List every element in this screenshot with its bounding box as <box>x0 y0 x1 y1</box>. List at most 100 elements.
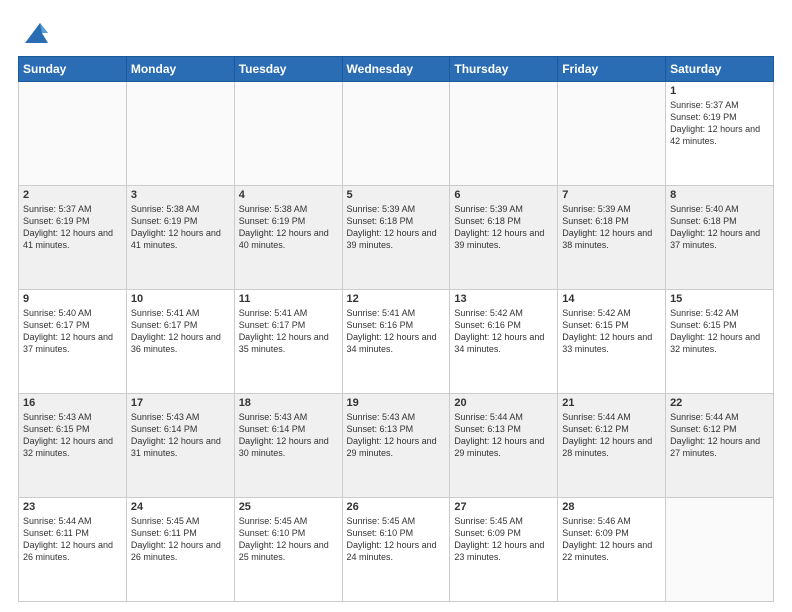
calendar-cell: 10 Sunrise: 5:41 AM Sunset: 6:17 PM Dayli… <box>126 290 234 394</box>
day-info: Sunrise: 5:44 AM Sunset: 6:11 PM Dayligh… <box>23 515 122 564</box>
day-info: Sunrise: 5:45 AM Sunset: 6:09 PM Dayligh… <box>454 515 553 564</box>
day-info: Sunrise: 5:43 AM Sunset: 6:15 PM Dayligh… <box>23 411 122 460</box>
calendar-cell: 11 Sunrise: 5:41 AM Sunset: 6:17 PM Dayli… <box>234 290 342 394</box>
calendar-cell: 22 Sunrise: 5:44 AM Sunset: 6:12 PM Dayli… <box>666 394 774 498</box>
day-info: Sunrise: 5:40 AM Sunset: 6:18 PM Dayligh… <box>670 203 769 252</box>
calendar-cell: 21Sunrise: 5:44 AM Sunset: 6:12 PM Dayli… <box>558 394 666 498</box>
day-number: 11 <box>239 293 338 305</box>
calendar-cell <box>558 82 666 186</box>
day-info: Sunrise: 5:43 AM Sunset: 6:13 PM Dayligh… <box>347 411 446 460</box>
day-info: Sunrise: 5:38 AM Sunset: 6:19 PM Dayligh… <box>239 203 338 252</box>
calendar-cell <box>234 82 342 186</box>
day-info: Sunrise: 5:42 AM Sunset: 6:15 PM Dayligh… <box>670 307 769 356</box>
day-number: 6 <box>454 189 553 201</box>
calendar-cell: 26 Sunrise: 5:45 AM Sunset: 6:10 PM Dayli… <box>342 498 450 602</box>
calendar-cell: 1 Sunrise: 5:37 AM Sunset: 6:19 PM Daylig… <box>666 82 774 186</box>
weekday-header-sunday: Sunday <box>19 57 127 82</box>
day-number: 9 <box>23 293 122 305</box>
day-info: Sunrise: 5:44 AM Sunset: 6:13 PM Dayligh… <box>454 411 553 460</box>
day-info: Sunrise: 5:38 AM Sunset: 6:19 PM Dayligh… <box>131 203 230 252</box>
calendar-cell: 9 Sunrise: 5:40 AM Sunset: 6:17 PM Daylig… <box>19 290 127 394</box>
day-number: 3 <box>131 189 230 201</box>
day-info: Sunrise: 5:45 AM Sunset: 6:10 PM Dayligh… <box>239 515 338 564</box>
day-number: 8 <box>670 189 769 201</box>
calendar-cell: 4 Sunrise: 5:38 AM Sunset: 6:19 PM Daylig… <box>234 186 342 290</box>
calendar-cell: 16 Sunrise: 5:43 AM Sunset: 6:15 PM Dayli… <box>19 394 127 498</box>
day-number: 26 <box>347 501 446 513</box>
logo <box>18 18 50 48</box>
day-info: Sunrise: 5:39 AM Sunset: 6:18 PM Dayligh… <box>347 203 446 252</box>
calendar-cell: 24 Sunrise: 5:45 AM Sunset: 6:11 PM Dayli… <box>126 498 234 602</box>
calendar-cell <box>19 82 127 186</box>
page: SundayMondayTuesdayWednesdayThursdayFrid… <box>0 0 792 612</box>
calendar-cell: 12 Sunrise: 5:41 AM Sunset: 6:16 PM Dayli… <box>342 290 450 394</box>
calendar-cell: 20 Sunrise: 5:44 AM Sunset: 6:13 PM Dayli… <box>450 394 558 498</box>
calendar-cell: 8 Sunrise: 5:40 AM Sunset: 6:18 PM Daylig… <box>666 186 774 290</box>
calendar-cell <box>450 82 558 186</box>
logo-icon <box>20 18 50 48</box>
calendar-cell: 14 Sunrise: 5:42 AM Sunset: 6:15 PM Dayli… <box>558 290 666 394</box>
weekday-header-thursday: Thursday <box>450 57 558 82</box>
day-number: 24 <box>131 501 230 513</box>
day-info: Sunrise: 5:45 AM Sunset: 6:10 PM Dayligh… <box>347 515 446 564</box>
weekday-header-monday: Monday <box>126 57 234 82</box>
day-number: 25 <box>239 501 338 513</box>
day-info: Sunrise: 5:42 AM Sunset: 6:16 PM Dayligh… <box>454 307 553 356</box>
day-number: 4 <box>239 189 338 201</box>
calendar-cell: 19 Sunrise: 5:43 AM Sunset: 6:13 PM Dayli… <box>342 394 450 498</box>
weekday-header-wednesday: Wednesday <box>342 57 450 82</box>
header <box>18 18 774 48</box>
calendar-cell: 7Sunrise: 5:39 AM Sunset: 6:18 PM Daylig… <box>558 186 666 290</box>
day-number: 13 <box>454 293 553 305</box>
day-info: Sunrise: 5:46 AM Sunset: 6:09 PM Dayligh… <box>562 515 661 564</box>
day-number: 17 <box>131 397 230 409</box>
day-number: 20 <box>454 397 553 409</box>
calendar-cell <box>342 82 450 186</box>
day-number: 27 <box>454 501 553 513</box>
day-info: Sunrise: 5:43 AM Sunset: 6:14 PM Dayligh… <box>239 411 338 460</box>
calendar-week-4: 23 Sunrise: 5:44 AM Sunset: 6:11 PM Dayli… <box>19 498 774 602</box>
day-number: 7 <box>562 189 661 201</box>
day-info: Sunrise: 5:45 AM Sunset: 6:11 PM Dayligh… <box>131 515 230 564</box>
day-number: 15 <box>670 293 769 305</box>
day-info: Sunrise: 5:44 AM Sunset: 6:12 PM Dayligh… <box>562 411 661 460</box>
calendar-cell: 3 Sunrise: 5:38 AM Sunset: 6:19 PM Daylig… <box>126 186 234 290</box>
calendar-cell: 6 Sunrise: 5:39 AM Sunset: 6:18 PM Daylig… <box>450 186 558 290</box>
weekday-header-friday: Friday <box>558 57 666 82</box>
calendar-week-0: 1 Sunrise: 5:37 AM Sunset: 6:19 PM Daylig… <box>19 82 774 186</box>
weekday-header-saturday: Saturday <box>666 57 774 82</box>
calendar-cell: 18 Sunrise: 5:43 AM Sunset: 6:14 PM Dayli… <box>234 394 342 498</box>
calendar-cell: 23 Sunrise: 5:44 AM Sunset: 6:11 PM Dayli… <box>19 498 127 602</box>
calendar-cell <box>126 82 234 186</box>
calendar-table: SundayMondayTuesdayWednesdayThursdayFrid… <box>18 56 774 602</box>
weekday-header-row: SundayMondayTuesdayWednesdayThursdayFrid… <box>19 57 774 82</box>
day-number: 5 <box>347 189 446 201</box>
day-info: Sunrise: 5:44 AM Sunset: 6:12 PM Dayligh… <box>670 411 769 460</box>
calendar-cell: 13 Sunrise: 5:42 AM Sunset: 6:16 PM Dayli… <box>450 290 558 394</box>
day-number: 18 <box>239 397 338 409</box>
day-info: Sunrise: 5:37 AM Sunset: 6:19 PM Dayligh… <box>670 99 769 148</box>
day-info: Sunrise: 5:42 AM Sunset: 6:15 PM Dayligh… <box>562 307 661 356</box>
calendar-week-1: 2Sunrise: 5:37 AM Sunset: 6:19 PM Daylig… <box>19 186 774 290</box>
day-number: 12 <box>347 293 446 305</box>
calendar-cell: 25 Sunrise: 5:45 AM Sunset: 6:10 PM Dayli… <box>234 498 342 602</box>
day-info: Sunrise: 5:41 AM Sunset: 6:17 PM Dayligh… <box>239 307 338 356</box>
day-info: Sunrise: 5:39 AM Sunset: 6:18 PM Dayligh… <box>454 203 553 252</box>
day-info: Sunrise: 5:40 AM Sunset: 6:17 PM Dayligh… <box>23 307 122 356</box>
calendar-cell <box>666 498 774 602</box>
day-number: 22 <box>670 397 769 409</box>
calendar-cell: 28Sunrise: 5:46 AM Sunset: 6:09 PM Dayli… <box>558 498 666 602</box>
day-info: Sunrise: 5:41 AM Sunset: 6:16 PM Dayligh… <box>347 307 446 356</box>
calendar-cell: 5 Sunrise: 5:39 AM Sunset: 6:18 PM Daylig… <box>342 186 450 290</box>
day-number: 16 <box>23 397 122 409</box>
day-number: 1 <box>670 85 769 97</box>
calendar-cell: 15 Sunrise: 5:42 AM Sunset: 6:15 PM Dayli… <box>666 290 774 394</box>
day-info: Sunrise: 5:43 AM Sunset: 6:14 PM Dayligh… <box>131 411 230 460</box>
day-number: 10 <box>131 293 230 305</box>
day-info: Sunrise: 5:41 AM Sunset: 6:17 PM Dayligh… <box>131 307 230 356</box>
day-number: 19 <box>347 397 446 409</box>
calendar-cell: 17 Sunrise: 5:43 AM Sunset: 6:14 PM Dayli… <box>126 394 234 498</box>
day-number: 2 <box>23 189 122 201</box>
day-number: 14 <box>562 293 661 305</box>
day-number: 23 <box>23 501 122 513</box>
